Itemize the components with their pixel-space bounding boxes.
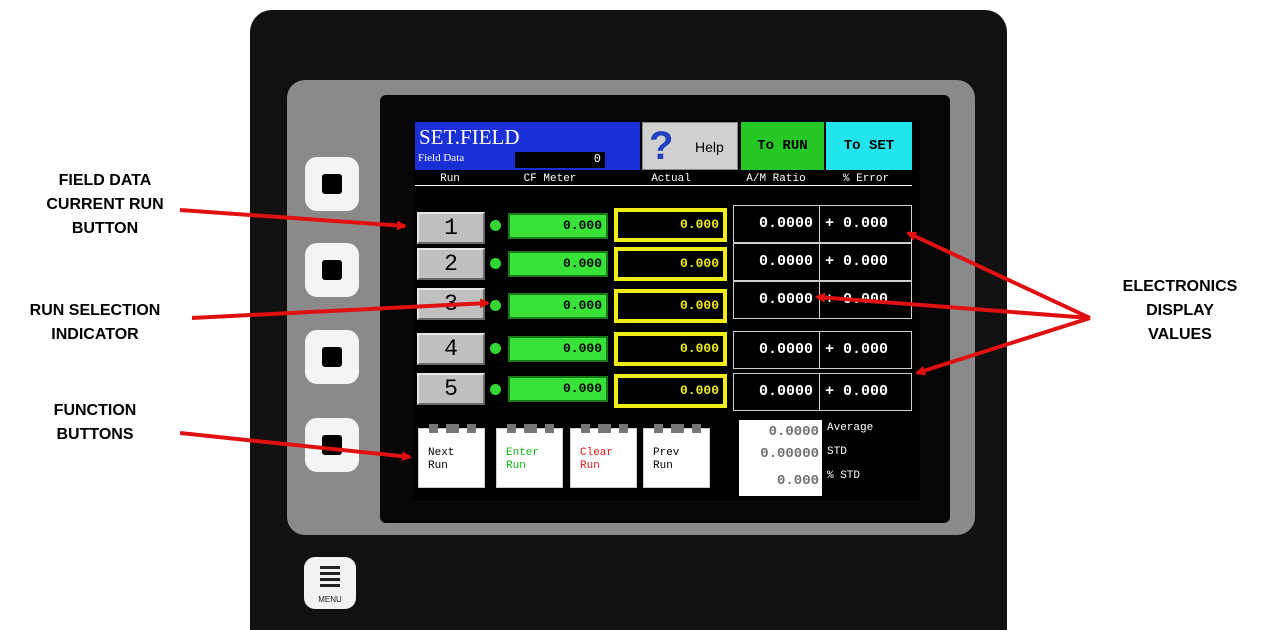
arrow-run-selection — [191, 298, 490, 320]
annotation-arrows — [179, 208, 1091, 462]
arrow-electronics-3 — [915, 316, 1091, 376]
arrow-function-buttons — [179, 431, 412, 462]
arrow-field-data — [179, 208, 407, 231]
